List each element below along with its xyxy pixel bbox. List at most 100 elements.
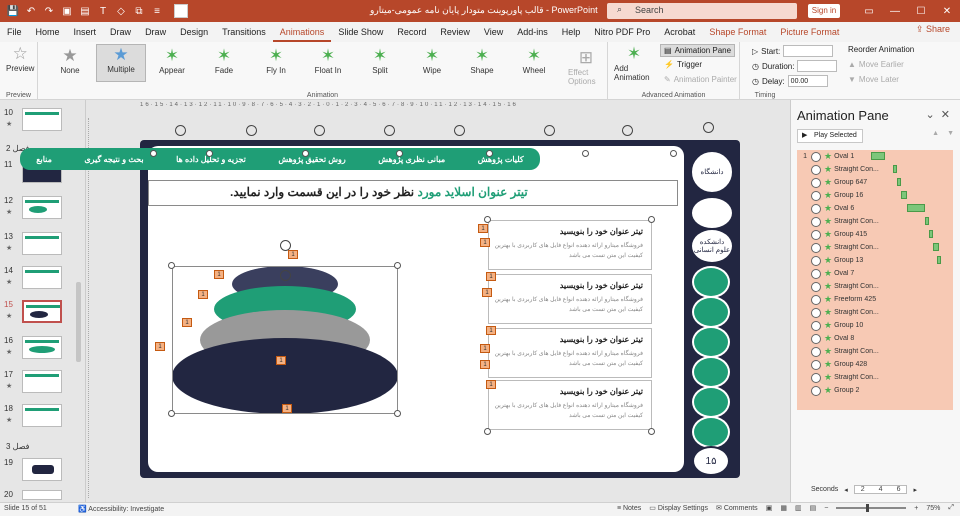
rotate-handle-icon[interactable] <box>314 125 325 136</box>
info-card[interactable]: تیتر عنوان خود را بنویسید فروشگاه میتارو … <box>488 220 652 270</box>
resize-handle[interactable] <box>168 410 175 417</box>
slide-thumb[interactable] <box>22 232 62 255</box>
resize-handle[interactable] <box>206 150 213 157</box>
tab-record[interactable]: Record <box>390 22 433 42</box>
animation-list-item[interactable]: ★ Group 16 <box>797 189 953 202</box>
search-box[interactable]: ⌕ Search <box>607 3 797 19</box>
move-up-icon[interactable]: ▲ <box>932 130 939 137</box>
animation-tag[interactable]: 1 <box>198 290 208 299</box>
resize-handle[interactable] <box>150 150 157 157</box>
present-icon[interactable]: ▣ <box>60 4 74 18</box>
notes-button[interactable]: ≡ Notes <box>617 505 641 512</box>
slideshow-view-icon[interactable]: ▤ <box>810 504 817 512</box>
animation-list-item[interactable]: ★ Straight Con... <box>797 215 953 228</box>
animation-list-item[interactable]: ★ Straight Con... <box>797 241 953 254</box>
resize-handle[interactable] <box>302 150 309 157</box>
animation-tag[interactable]: 1 <box>182 318 192 327</box>
side-icon-circle[interactable] <box>692 386 730 418</box>
slide-nav-bar[interactable]: کلیات پژوهش مبانی نظری پژوهش روش تحقیق پ… <box>20 148 540 170</box>
textbox-icon[interactable]: T <box>96 4 110 18</box>
minimize-icon[interactable]: — <box>882 0 908 22</box>
anim-wheel[interactable]: ✶ Wheel <box>512 46 556 75</box>
animation-tag[interactable]: 1 <box>486 326 496 335</box>
side-icon-circle[interactable] <box>692 326 730 358</box>
arrange-icon[interactable]: ⧉ <box>132 4 146 18</box>
slide-title[interactable]: تیتر عنوان اسلاید مورد نظر خود را در این… <box>230 185 528 199</box>
move-down-icon[interactable]: ▼ <box>947 130 954 137</box>
slide-thumb[interactable] <box>22 196 62 219</box>
side-icon-circle[interactable] <box>692 356 730 388</box>
resize-handle[interactable] <box>486 150 493 157</box>
animation-list-item[interactable]: ★ Group 2 <box>797 384 953 397</box>
tab-home[interactable]: Home <box>29 22 67 42</box>
slide-thumb-selected[interactable] <box>22 300 62 323</box>
animation-list-item[interactable]: ★ Group 415 <box>797 228 953 241</box>
anim-multiple[interactable]: ★ Multiple <box>96 44 146 82</box>
info-card[interactable]: تیتر عنوان خود را بنویسید فروشگاه میتارو … <box>488 328 652 378</box>
anim-float-in[interactable]: ✶ Float In <box>306 46 350 75</box>
faculty-label[interactable]: دانشکده علوم انسانی <box>690 228 734 264</box>
timeline-bar[interactable] <box>901 191 907 199</box>
timeline-bar[interactable] <box>871 152 885 160</box>
tab-view[interactable]: View <box>477 22 510 42</box>
slide-thumb[interactable] <box>22 336 62 359</box>
animation-list-item[interactable]: ★ Straight Con... <box>797 163 953 176</box>
effect-options-button[interactable]: ⊞ Effect Options <box>568 48 604 86</box>
tab-draw[interactable]: Draw <box>103 22 138 42</box>
move-later-button[interactable]: ▼ Move Later <box>848 75 899 84</box>
rotate-handle-icon[interactable] <box>384 125 395 136</box>
tab-transitions[interactable]: Transitions <box>215 22 273 42</box>
tab-nitro[interactable]: Nitro PDF Pro <box>587 22 657 42</box>
sorter-view-icon[interactable]: ▦ <box>780 504 787 512</box>
zoom-level[interactable]: 75% <box>926 505 940 512</box>
animation-list-item[interactable]: ★ Oval 8 <box>797 332 953 345</box>
animation-list-item[interactable]: ★ Group 10 <box>797 319 953 332</box>
animation-list-item[interactable]: ★ Group 13 <box>797 254 953 267</box>
anim-shape[interactable]: ✶ Shape <box>460 46 504 75</box>
rotate-handle-icon[interactable] <box>175 125 186 136</box>
animation-tag[interactable]: 1 <box>480 360 490 369</box>
animation-list-item[interactable]: ★ Freeform 425 <box>797 293 953 306</box>
anim-wipe[interactable]: ✶ Wipe <box>410 46 454 75</box>
animation-list-item[interactable]: ★ Group 428 <box>797 358 953 371</box>
timeline-bar[interactable] <box>937 256 941 264</box>
tab-shape-format[interactable]: Shape Format <box>702 22 773 42</box>
rotate-handle-icon[interactable] <box>454 125 465 136</box>
tab-animations[interactable]: Animations <box>272 22 332 42</box>
rotate-handle-icon[interactable] <box>246 125 257 136</box>
timeline-bar[interactable] <box>897 178 901 186</box>
tab-insert[interactable]: Insert <box>67 22 104 42</box>
animation-list-item[interactable]: ★ Oval 7 <box>797 267 953 280</box>
share-button[interactable]: ⇪ Share <box>916 24 950 35</box>
seconds-label[interactable]: Seconds <box>811 486 838 493</box>
resize-handle[interactable] <box>396 150 403 157</box>
animation-tag[interactable]: 1 <box>482 288 492 297</box>
scale-right-icon[interactable]: ▸ <box>913 486 917 494</box>
slide-thumb[interactable] <box>22 266 62 289</box>
play-selected-button[interactable]: ▶ Play Selected <box>797 129 863 143</box>
animation-list-item[interactable]: ★ Straight Con... <box>797 345 953 358</box>
animation-tag[interactable]: 1 <box>214 270 224 279</box>
anim-appear[interactable]: ✶ Appear <box>150 46 194 75</box>
slide-thumb[interactable] <box>22 404 62 427</box>
chevron-down-icon[interactable]: ⌄ <box>925 109 934 121</box>
font-size-select[interactable] <box>174 4 188 18</box>
timeline-bar[interactable] <box>925 217 929 225</box>
slide-thumb[interactable] <box>22 490 62 500</box>
resize-handle[interactable] <box>394 410 401 417</box>
zoom-slider[interactable] <box>836 504 907 512</box>
rotate-handle-icon[interactable] <box>280 270 291 281</box>
start-select[interactable] <box>783 45 834 57</box>
delay-input[interactable]: 00.00 <box>787 75 828 87</box>
university-logo[interactable]: دانشگاه <box>690 150 734 194</box>
ellipse-selection[interactable] <box>172 266 398 414</box>
info-card[interactable]: تیتر عنوان خود را بنویسید فروشگاه میتارو … <box>488 274 652 324</box>
animation-tag[interactable]: 1 <box>276 356 286 365</box>
tab-design[interactable]: Design <box>173 22 215 42</box>
align-icon[interactable]: ≡ <box>150 4 164 18</box>
rotate-handle-icon[interactable] <box>703 122 714 133</box>
tab-slide-show[interactable]: Slide Show <box>331 22 390 42</box>
close-icon[interactable]: ✕ <box>934 0 960 22</box>
resize-handle[interactable] <box>582 150 589 157</box>
tab-draw-2[interactable]: Draw <box>138 22 173 42</box>
